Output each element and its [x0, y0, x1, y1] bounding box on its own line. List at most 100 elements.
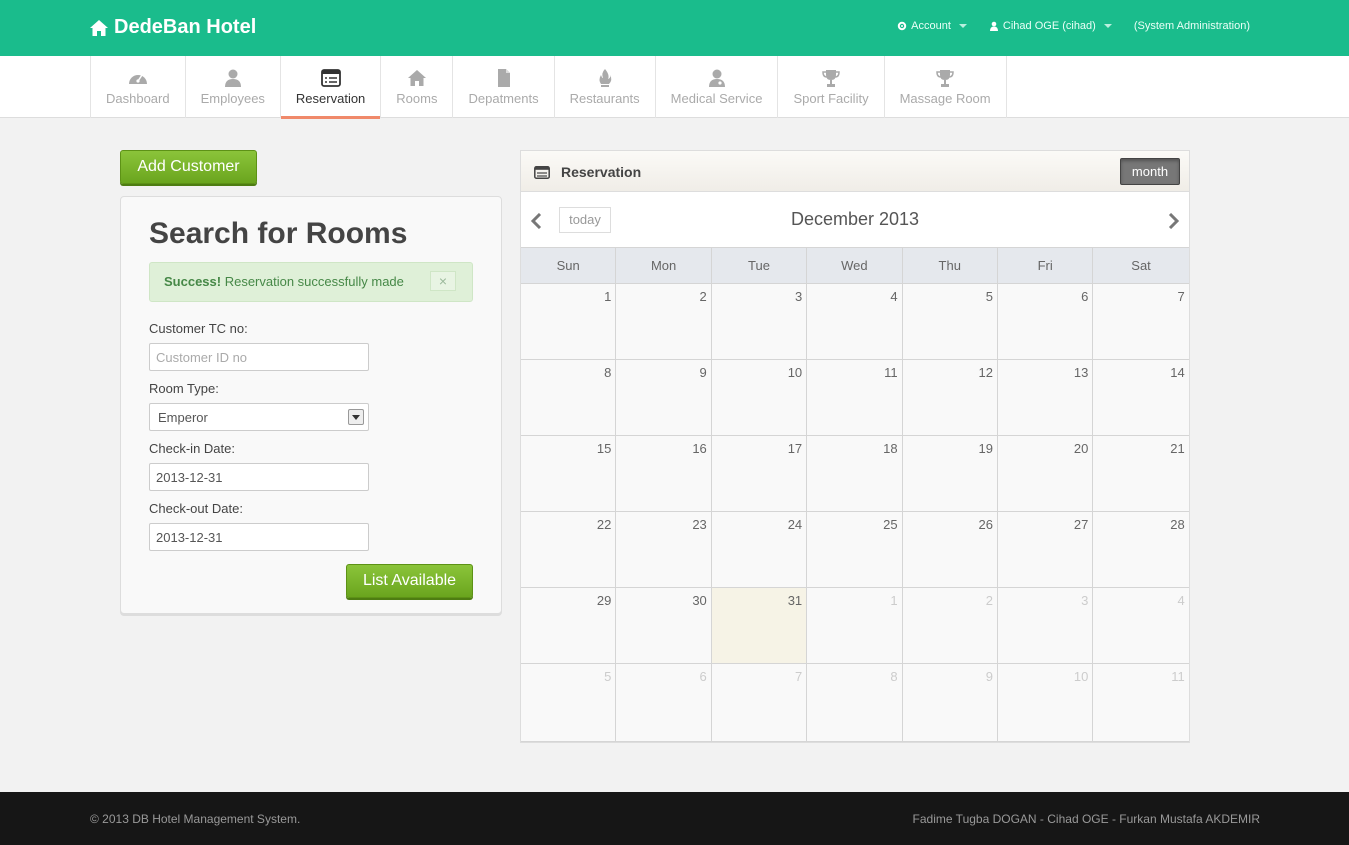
calendar-day[interactable]: 28 — [1093, 512, 1189, 587]
calendar-day[interactable]: 22 — [521, 512, 617, 587]
nav-rooms[interactable]: Rooms — [381, 56, 454, 118]
checkin-label: Check-in Date: — [149, 441, 235, 456]
nav-label: Massage Room — [899, 90, 991, 106]
calendar-day[interactable]: 25 — [807, 512, 903, 587]
calendar-day[interactable]: 10 — [711, 360, 808, 435]
nav-sport-facility[interactable]: Sport Facility — [778, 56, 885, 118]
nav-employees[interactable]: Employees — [186, 56, 281, 118]
calendar-day[interactable]: 9 — [902, 664, 998, 741]
calendar-day[interactable]: 10 — [997, 664, 1094, 741]
calendar-day[interactable]: 4 — [807, 284, 903, 359]
calendar-day[interactable]: 1 — [521, 284, 617, 359]
footer-copyright: © 2013 DB Hotel Management System. — [90, 812, 301, 826]
calendar-day[interactable]: 15 — [521, 436, 617, 511]
calendar-month-title: December 2013 — [790, 209, 920, 229]
calendar-day[interactable]: 17 — [711, 436, 808, 511]
trophy-icon — [936, 69, 954, 87]
calendar-day[interactable]: 21 — [1093, 436, 1189, 511]
calendar-day[interactable]: 4 — [1093, 588, 1189, 663]
calendar-day[interactable]: 2 — [902, 588, 998, 663]
calendar-day[interactable]: 23 — [616, 512, 712, 587]
nav-label: Restaurants — [569, 90, 640, 106]
checkin-date-input[interactable] — [149, 463, 369, 491]
calendar-day[interactable]: 1 — [807, 588, 903, 663]
calendar-day[interactable]: 3 — [997, 588, 1094, 663]
add-customer-button[interactable]: Add Customer — [120, 150, 257, 184]
user-icon — [989, 21, 998, 31]
chevron-left-icon[interactable] — [530, 213, 544, 229]
brand[interactable]: DedeBan Hotel — [90, 16, 256, 39]
role-text: (System Administration) — [1133, 20, 1250, 32]
nav-label: Rooms — [396, 90, 438, 106]
calendar-week: 8 9 10 11 12 13 14 — [521, 360, 1189, 436]
nav-label: Employees — [200, 90, 265, 106]
calendar-day[interactable]: 30 — [616, 588, 712, 663]
nav-label: Reservation — [295, 90, 366, 106]
room-type-select[interactable]: Emperor — [149, 403, 369, 431]
chevron-right-icon[interactable] — [1166, 213, 1180, 229]
role-label: (System Administration) — [1134, 20, 1250, 32]
calendar-day-today[interactable]: 31 — [711, 588, 808, 663]
calendar-day[interactable]: 6 — [616, 664, 712, 741]
nav-depatments[interactable]: Depatments — [453, 56, 555, 118]
calendar-day[interactable]: 16 — [616, 436, 712, 511]
day-of-week-mon: Mon — [616, 248, 712, 283]
calendar-day[interactable]: 7 — [711, 664, 808, 741]
alert-text: Reservation successfully made — [221, 274, 404, 289]
calendar-day[interactable]: 6 — [997, 284, 1094, 359]
calendar-day[interactable]: 2 — [616, 284, 712, 359]
account-menu[interactable]: Account — [897, 20, 967, 32]
chevron-down-icon — [958, 24, 967, 28]
nav-dashboard[interactable]: Dashboard — [91, 56, 186, 118]
calendar-day[interactable]: 9 — [616, 360, 712, 435]
calendar-week: 22 23 24 25 26 27 28 — [521, 512, 1189, 588]
calendar-day[interactable]: 20 — [997, 436, 1094, 511]
checkout-label: Check-out Date: — [149, 501, 243, 516]
calendar-day[interactable]: 5 — [902, 284, 998, 359]
user-icon — [224, 69, 241, 87]
nav-reservation[interactable]: Reservation — [280, 56, 382, 119]
account-label: Account — [911, 20, 951, 32]
footer: © 2013 DB Hotel Management System. Fadim… — [0, 792, 1349, 845]
calendar-day[interactable]: 12 — [902, 360, 998, 435]
calendar-day[interactable]: 8 — [807, 664, 903, 741]
main-nav: Dashboard Employees Reservation Rooms De… — [0, 56, 1349, 119]
reservation-calendar: Reservation month December 2013 today Su… — [520, 150, 1190, 743]
calendar-day[interactable]: 26 — [902, 512, 998, 587]
today-button[interactable]: today — [559, 207, 611, 233]
close-icon[interactable]: × — [430, 271, 456, 291]
calendar-day[interactable]: 7 — [1093, 284, 1189, 359]
calendar-day[interactable]: 24 — [711, 512, 808, 587]
nav-medical-service[interactable]: Medical Service — [656, 56, 779, 118]
calendar-day[interactable]: 19 — [902, 436, 998, 511]
file-icon — [497, 68, 510, 87]
calendar-day[interactable]: 11 — [1093, 664, 1189, 741]
checkout-date-input[interactable] — [149, 523, 369, 551]
day-of-week-sat: Sat — [1131, 258, 1151, 273]
calendar-day[interactable]: 18 — [807, 436, 903, 511]
customer-id-input[interactable] — [149, 343, 369, 371]
calendar-day[interactable]: 29 — [521, 588, 617, 663]
calendar-day[interactable]: 5 — [521, 664, 617, 741]
room-type-value: Emperor — [158, 410, 208, 425]
calendar-day[interactable]: 3 — [711, 284, 808, 359]
nav-label: Sport Facility — [793, 90, 869, 106]
calendar-toolbar: December 2013 today — [521, 192, 1189, 247]
user-menu[interactable]: Cihad OGE (cihad) — [989, 20, 1112, 32]
month-view-button[interactable]: month — [1120, 158, 1180, 185]
list-available-button[interactable]: List Available — [346, 564, 473, 598]
calendar-day[interactable]: 11 — [807, 360, 903, 435]
success-alert: Success! Reservation successfully made × — [149, 262, 473, 302]
footer-authors: Fadime Tugba DOGAN - Cihad OGE - Furkan … — [912, 812, 1260, 826]
calendar-day[interactable]: 13 — [997, 360, 1094, 435]
nav-restaurants[interactable]: Restaurants — [555, 56, 656, 118]
nav-massage-room[interactable]: Massage Room — [885, 56, 1007, 118]
calendar-day[interactable]: 8 — [521, 360, 617, 435]
calendar-day[interactable]: 14 — [1093, 360, 1189, 435]
search-rooms-panel: Search for Rooms Success! Reservation su… — [120, 196, 502, 614]
room-type-label: Room Type: — [149, 381, 219, 396]
top-bar: DedeBan Hotel Account Cihad OGE (cihad) … — [0, 0, 1349, 56]
calendar-day[interactable]: 27 — [997, 512, 1094, 587]
trophy-icon — [822, 69, 840, 87]
calendar-week: 29 30 31 1 2 3 4 — [521, 588, 1189, 664]
